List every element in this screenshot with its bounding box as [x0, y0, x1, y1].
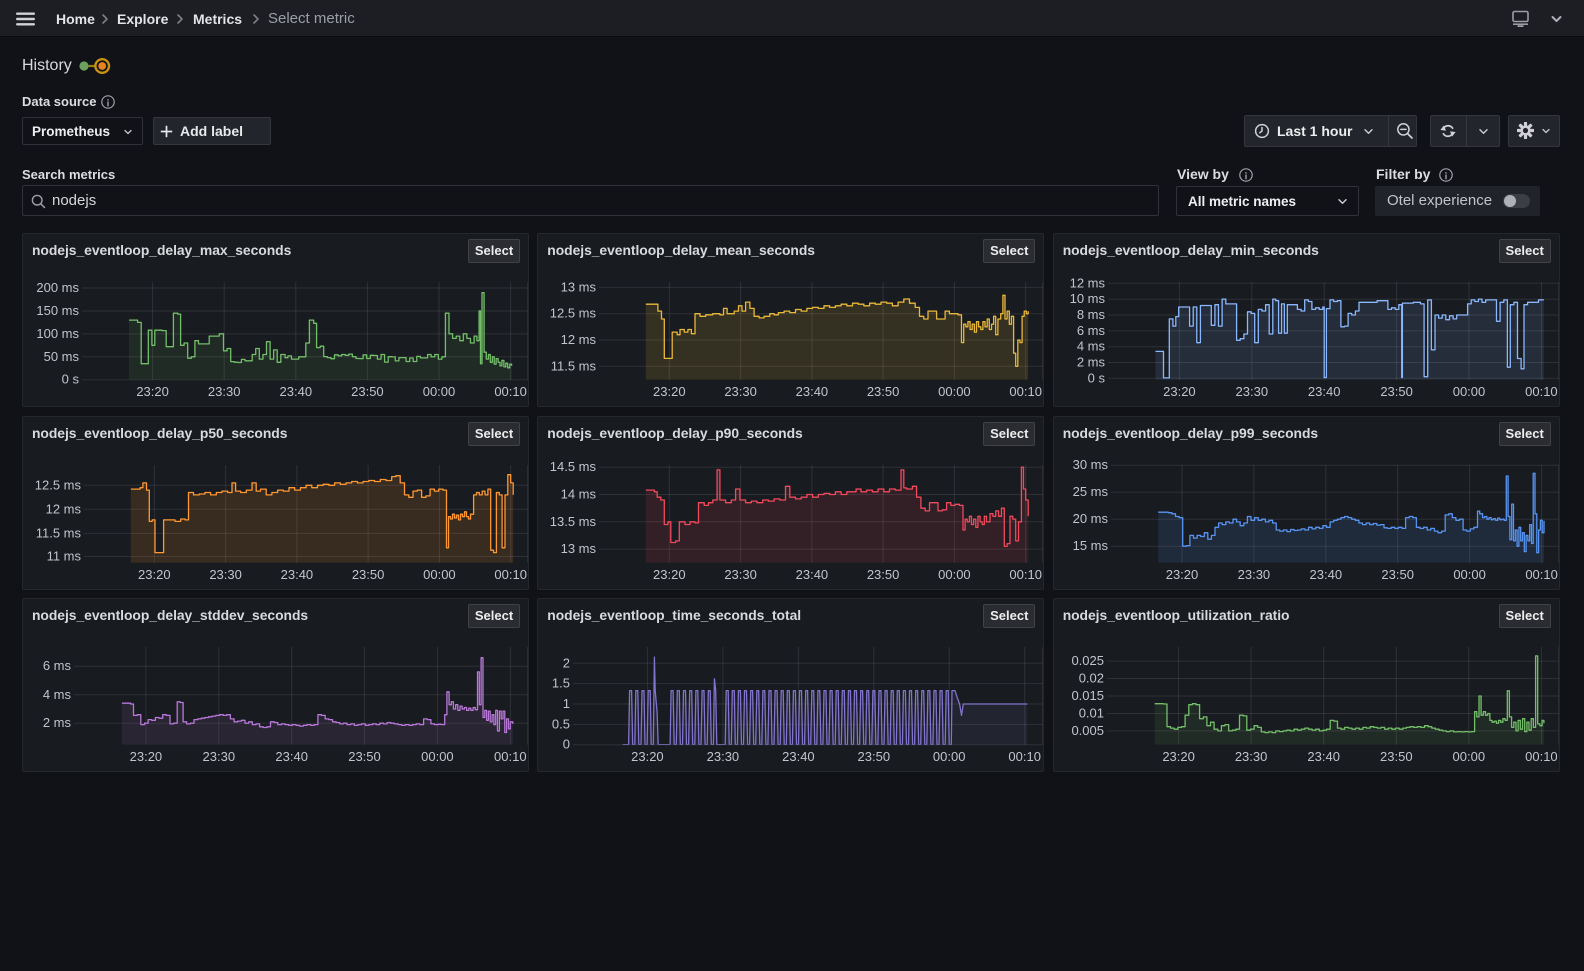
svg-text:00:00: 00:00 — [933, 749, 966, 764]
svg-text:0.015: 0.015 — [1071, 688, 1104, 703]
svg-text:23:50: 23:50 — [1381, 567, 1414, 582]
svg-text:2: 2 — [563, 656, 570, 671]
svg-text:0.02: 0.02 — [1078, 671, 1103, 686]
svg-text:0 s: 0 s — [1087, 370, 1105, 385]
svg-text:00:10: 00:10 — [494, 749, 527, 764]
svg-text:23:30: 23:30 — [1235, 749, 1268, 764]
svg-text:23:30: 23:30 — [707, 749, 740, 764]
svg-text:23:50: 23:50 — [352, 567, 385, 582]
svg-text:20 ms: 20 ms — [1072, 511, 1108, 526]
svg-text:0.025: 0.025 — [1071, 653, 1104, 668]
svg-text:11.5 ms: 11.5 ms — [551, 358, 597, 373]
svg-text:23:20: 23:20 — [1163, 384, 1196, 399]
svg-text:100 ms: 100 ms — [36, 326, 79, 341]
svg-text:4 ms: 4 ms — [43, 687, 72, 702]
svg-text:23:40: 23:40 — [1309, 567, 1342, 582]
svg-text:00:00: 00:00 — [423, 384, 456, 399]
svg-text:12.5 ms: 12.5 ms — [35, 477, 82, 492]
svg-text:12 ms: 12 ms — [561, 332, 597, 347]
svg-text:12 ms: 12 ms — [1069, 275, 1105, 290]
svg-text:23:20: 23:20 — [138, 567, 171, 582]
svg-text:14 ms: 14 ms — [561, 486, 597, 501]
svg-text:00:10: 00:10 — [1009, 749, 1042, 764]
svg-text:15 ms: 15 ms — [1072, 538, 1108, 553]
svg-text:00:10: 00:10 — [1525, 749, 1558, 764]
svg-text:13 ms: 13 ms — [561, 541, 597, 556]
svg-text:23:50: 23:50 — [867, 384, 900, 399]
svg-text:23:40: 23:40 — [1307, 749, 1340, 764]
svg-text:23:50: 23:50 — [1380, 749, 1413, 764]
svg-text:11 ms: 11 ms — [47, 548, 82, 563]
svg-text:23:30: 23:30 — [725, 567, 758, 582]
svg-text:00:00: 00:00 — [1452, 749, 1485, 764]
svg-text:23:30: 23:30 — [1237, 567, 1270, 582]
svg-text:00:00: 00:00 — [1453, 567, 1486, 582]
svg-text:0: 0 — [563, 737, 570, 752]
svg-text:50 ms: 50 ms — [44, 349, 80, 364]
svg-text:12 ms: 12 ms — [46, 501, 82, 516]
svg-text:23:30: 23:30 — [203, 749, 236, 764]
svg-text:150 ms: 150 ms — [36, 303, 79, 318]
svg-text:0.01: 0.01 — [1078, 706, 1103, 721]
svg-text:23:20: 23:20 — [653, 384, 686, 399]
svg-text:0.5: 0.5 — [552, 717, 570, 732]
svg-text:23:40: 23:40 — [275, 749, 308, 764]
svg-text:00:10: 00:10 — [494, 567, 527, 582]
svg-text:00:10: 00:10 — [1010, 567, 1043, 582]
svg-text:23:50: 23:50 — [858, 749, 891, 764]
svg-text:00:10: 00:10 — [1525, 384, 1558, 399]
svg-text:23:20: 23:20 — [631, 749, 664, 764]
svg-text:23:20: 23:20 — [1165, 567, 1198, 582]
svg-text:6 ms: 6 ms — [1077, 323, 1106, 338]
svg-text:00:00: 00:00 — [1452, 384, 1485, 399]
svg-text:00:00: 00:00 — [938, 567, 971, 582]
svg-text:0 s: 0 s — [62, 372, 80, 387]
svg-text:00:10: 00:10 — [1525, 567, 1558, 582]
svg-text:23:40: 23:40 — [796, 567, 829, 582]
svg-text:23:50: 23:50 — [1380, 384, 1413, 399]
svg-text:30 ms: 30 ms — [1072, 457, 1108, 472]
svg-text:23:30: 23:30 — [208, 384, 241, 399]
svg-text:0.005: 0.005 — [1071, 723, 1104, 738]
svg-text:23:50: 23:50 — [867, 567, 900, 582]
svg-text:2 ms: 2 ms — [43, 715, 72, 730]
svg-text:23:20: 23:20 — [130, 749, 163, 764]
svg-text:23:50: 23:50 — [348, 749, 381, 764]
svg-text:23:40: 23:40 — [782, 749, 815, 764]
svg-text:23:20: 23:20 — [1162, 749, 1195, 764]
svg-text:23:20: 23:20 — [653, 567, 686, 582]
svg-text:00:00: 00:00 — [938, 384, 971, 399]
svg-text:11.5 ms: 11.5 ms — [36, 525, 82, 540]
svg-text:00:00: 00:00 — [421, 749, 454, 764]
svg-text:23:30: 23:30 — [725, 384, 758, 399]
svg-text:23:40: 23:40 — [1308, 384, 1341, 399]
svg-text:23:40: 23:40 — [281, 567, 314, 582]
svg-text:23:30: 23:30 — [209, 567, 242, 582]
svg-text:4 ms: 4 ms — [1077, 339, 1106, 354]
svg-text:23:50: 23:50 — [351, 384, 384, 399]
svg-text:2 ms: 2 ms — [1077, 355, 1106, 370]
svg-text:1: 1 — [563, 696, 570, 711]
svg-text:12.5 ms: 12.5 ms — [550, 306, 597, 321]
svg-text:14.5 ms: 14.5 ms — [550, 459, 597, 474]
svg-text:25 ms: 25 ms — [1072, 484, 1108, 499]
svg-text:10 ms: 10 ms — [1069, 291, 1105, 306]
svg-text:200 ms: 200 ms — [36, 280, 79, 295]
svg-text:00:10: 00:10 — [1010, 384, 1043, 399]
svg-text:00:00: 00:00 — [423, 567, 456, 582]
svg-text:8 ms: 8 ms — [1077, 307, 1106, 322]
svg-text:23:40: 23:40 — [796, 384, 829, 399]
svg-text:6 ms: 6 ms — [43, 658, 72, 673]
svg-text:23:40: 23:40 — [280, 384, 313, 399]
svg-text:1.5: 1.5 — [552, 676, 570, 691]
svg-text:13 ms: 13 ms — [561, 279, 597, 294]
svg-text:13.5 ms: 13.5 ms — [550, 513, 597, 528]
svg-text:23:30: 23:30 — [1235, 384, 1268, 399]
svg-text:23:20: 23:20 — [136, 384, 169, 399]
svg-text:00:10: 00:10 — [494, 384, 527, 399]
